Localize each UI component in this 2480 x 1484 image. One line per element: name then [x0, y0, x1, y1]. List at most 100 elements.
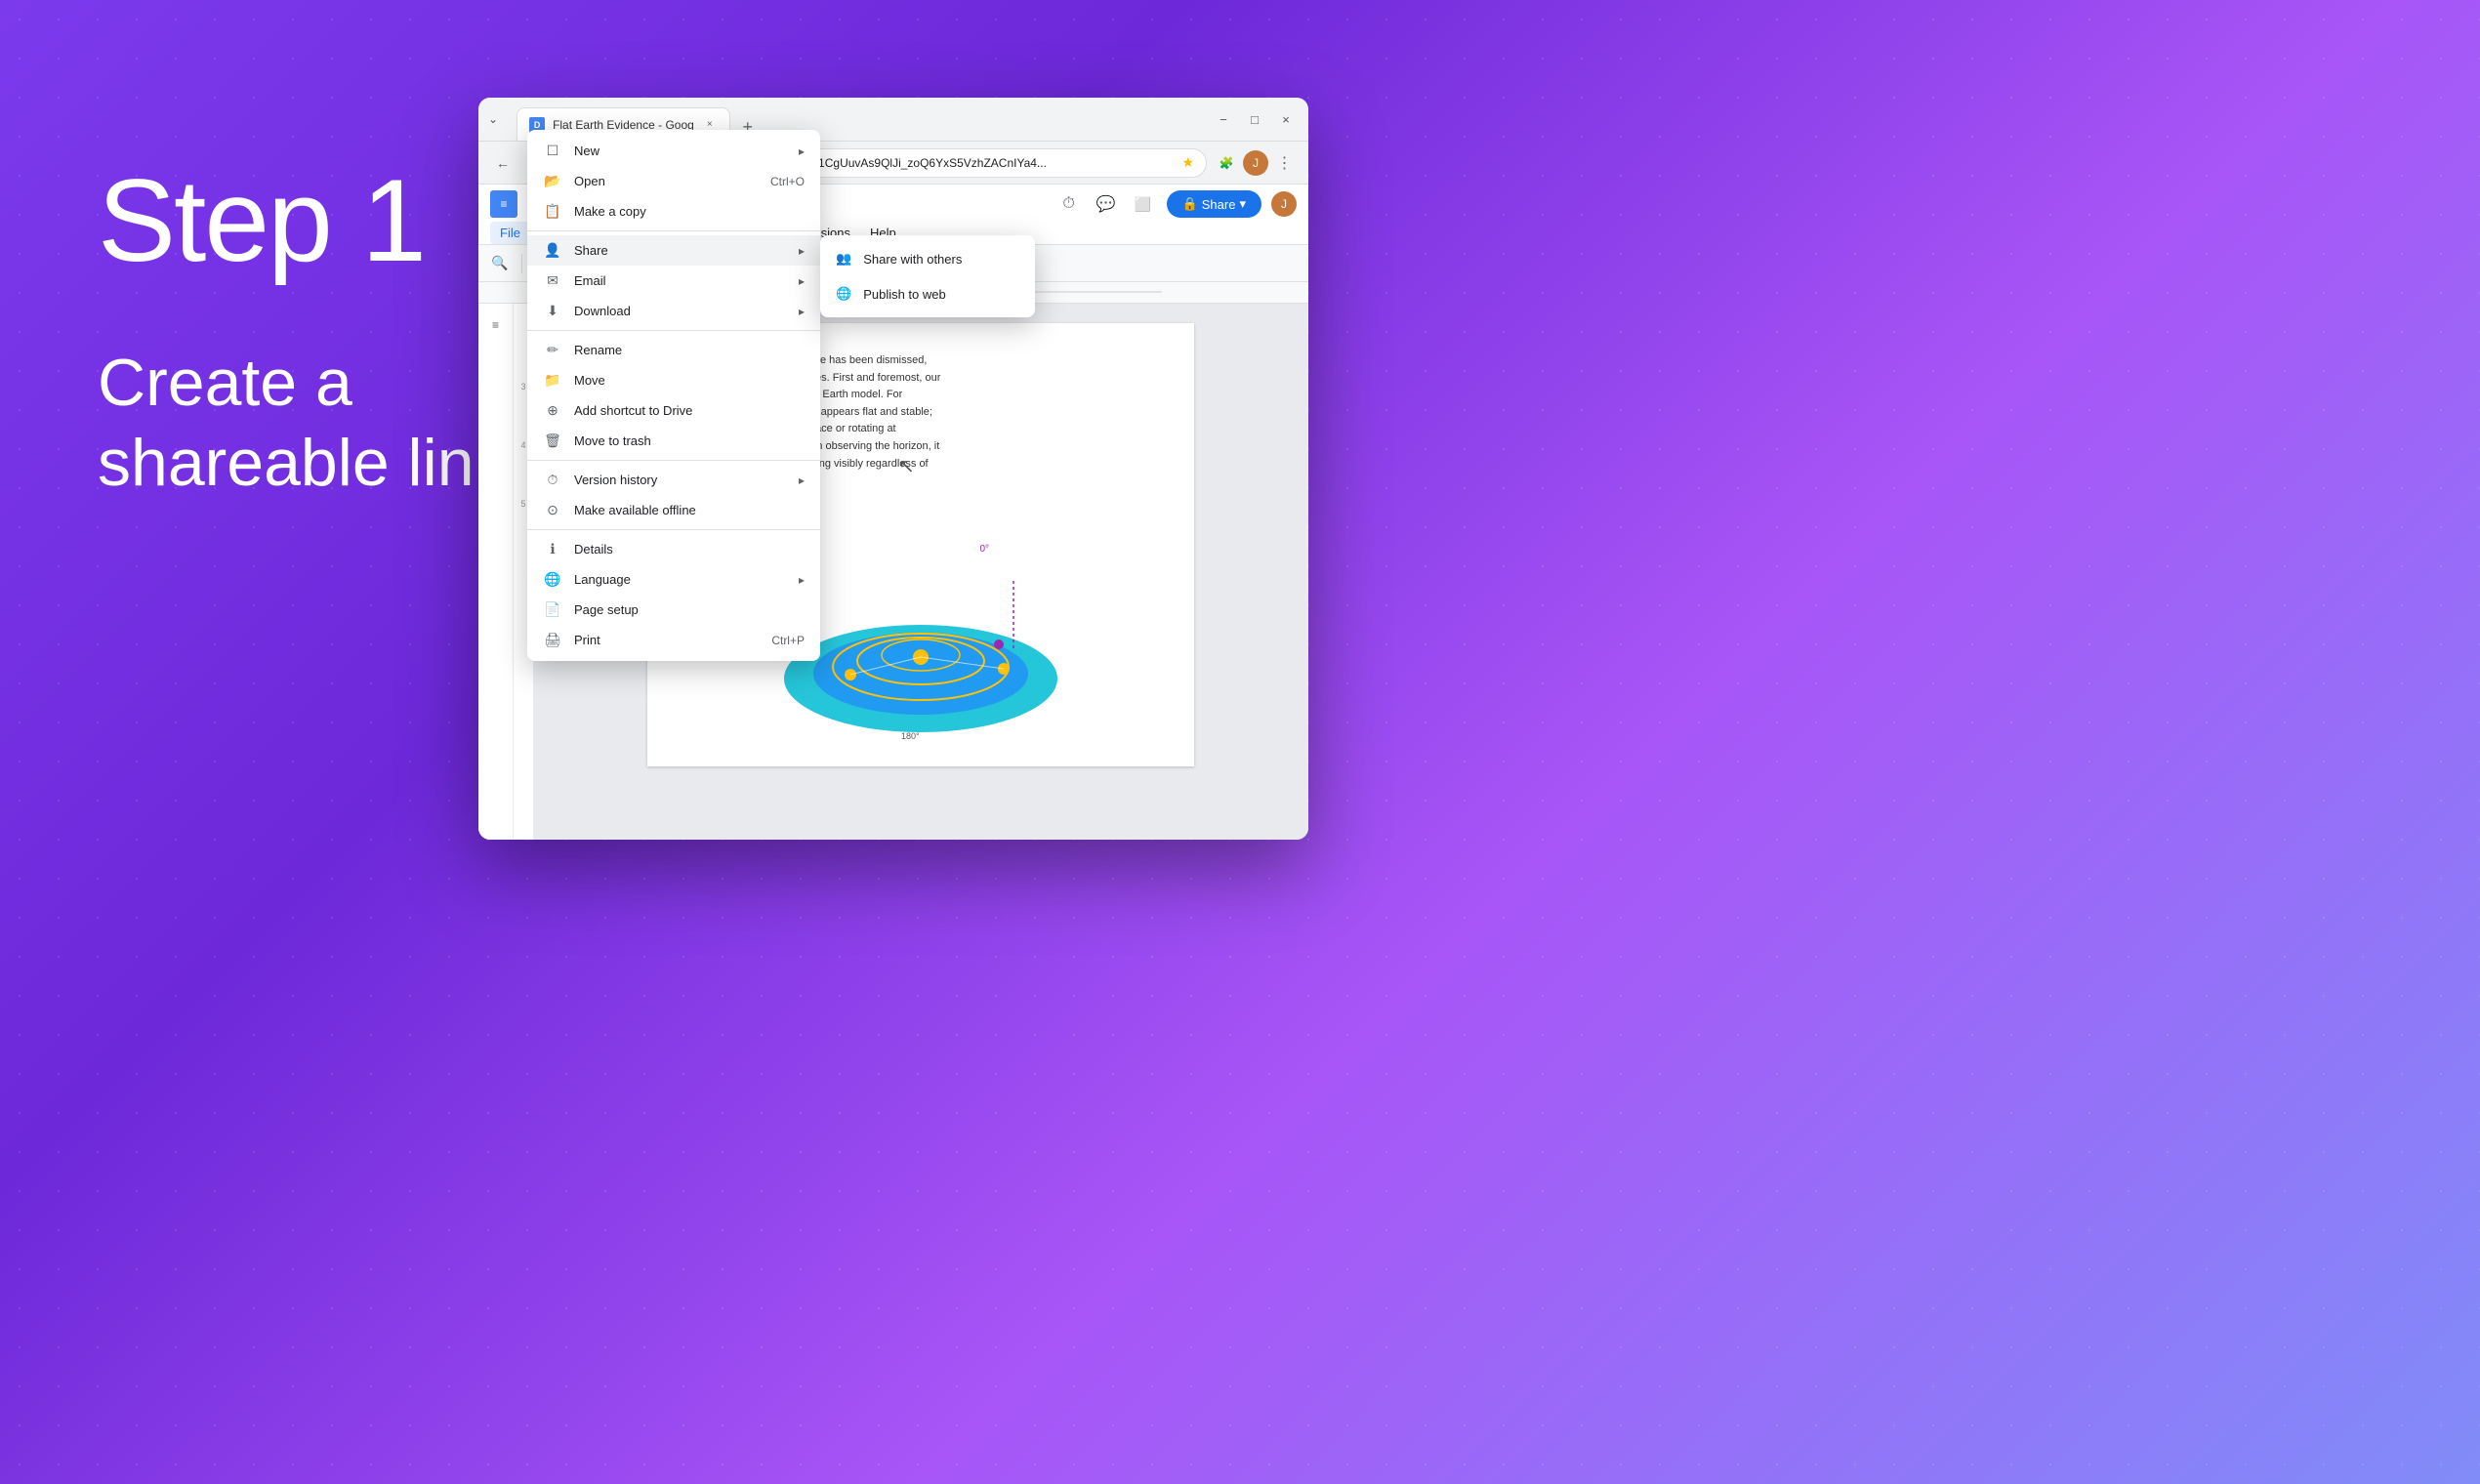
page-setup-label: Page setup [574, 602, 805, 617]
page-setup-icon: 📄 [543, 601, 562, 618]
new-icon: ☐ [543, 143, 562, 159]
back-btn[interactable]: ← [488, 148, 517, 178]
menu-file[interactable]: File [490, 222, 530, 244]
open-icon: 📂 [543, 173, 562, 189]
win-close-btn[interactable]: × [1271, 104, 1301, 134]
language-icon: 🌐 [543, 571, 562, 588]
extensions-icon[interactable]: 🧩 [1213, 149, 1240, 177]
publish-to-web-label: Publish to web [863, 287, 946, 302]
window-controls: ⌄ [478, 112, 512, 126]
menu-divider-4 [527, 529, 820, 530]
bookmark-icon[interactable]: ★ [1181, 154, 1194, 171]
step-subtitle: Create a shareable link [98, 344, 508, 503]
version-history-icon: ⏱ [543, 472, 562, 488]
menu-item-details[interactable]: ℹ Details [527, 534, 820, 564]
menu-divider-2 [527, 330, 820, 331]
open-shortcut: Ctrl+O [770, 175, 805, 188]
offline-label: Make available offline [574, 503, 805, 517]
chat-icon[interactable]: 💬 [1093, 190, 1120, 218]
share-chevron-icon: ▾ [1239, 196, 1246, 212]
new-arrow-icon: ▸ [799, 144, 805, 158]
move-label: Move [574, 373, 805, 388]
svg-text:180°: 180° [901, 731, 920, 741]
menu-item-new[interactable]: ☐ New ▸ [527, 136, 820, 166]
open-label: Open [574, 174, 759, 188]
left-panel: Step 1 Create a shareable link [98, 156, 508, 503]
share-with-others-item[interactable]: 👥 Share with others [820, 241, 1035, 276]
menu-item-language[interactable]: 🌐 Language ▸ [527, 564, 820, 595]
toolbar-sep-1 [521, 254, 522, 273]
menu-item-print[interactable]: 🖨 Print Ctrl+P [527, 625, 820, 655]
menu-item-page-setup[interactable]: 📄 Page setup [527, 595, 820, 625]
share-arrow-icon: ▸ [799, 244, 805, 258]
history-icon[interactable]: ⏱ [1055, 190, 1083, 218]
move-icon: 📁 [543, 372, 562, 389]
meet-icon[interactable]: ⬜ [1130, 190, 1157, 218]
menu-item-email[interactable]: ✉ Email ▸ [527, 266, 820, 296]
menu-item-download[interactable]: ⬇ Download ▸ [527, 296, 820, 326]
email-label: Email [574, 273, 787, 288]
version-history-arrow-icon: ▸ [799, 474, 805, 487]
menu-item-move[interactable]: 📁 Move [527, 365, 820, 395]
menu-item-open[interactable]: 📂 Open Ctrl+O [527, 166, 820, 196]
file-menu-panel: ☐ New ▸ 📂 Open Ctrl+O 📋 Make a copy 👤 Sh… [527, 130, 820, 661]
trash-label: Move to trash [574, 433, 805, 448]
sidebar-lines-icon[interactable]: ≡ [482, 311, 510, 339]
tab-switcher-btn[interactable]: ⌄ [488, 112, 498, 126]
menu-item-make-copy[interactable]: 📋 Make a copy [527, 196, 820, 227]
win-minimize-btn[interactable]: − [1209, 104, 1238, 134]
language-arrow-icon: ▸ [799, 573, 805, 587]
step-title: Step 1 [98, 156, 508, 285]
details-label: Details [574, 542, 805, 556]
doc-sidebar-left: ≡ [478, 304, 514, 840]
share-with-others-icon: 👥 [836, 251, 851, 267]
user-avatar[interactable]: J [1271, 191, 1297, 217]
download-icon: ⬇ [543, 303, 562, 319]
share-people-icon: 👤 [543, 242, 562, 259]
menu-item-offline[interactable]: ⊙ Make available offline [527, 495, 820, 525]
share-with-others-label: Share with others [863, 252, 962, 267]
print-shortcut: Ctrl+P [771, 634, 805, 647]
copy-label: Make a copy [574, 204, 805, 219]
email-icon: ✉ [543, 272, 562, 289]
print-label: Print [574, 633, 760, 647]
print-icon: 🖨 [543, 632, 562, 648]
menu-divider-1 [527, 230, 820, 231]
rename-label: Rename [574, 343, 805, 357]
profile-icon[interactable]: J [1242, 149, 1269, 177]
menu-item-rename[interactable]: ✏ Rename [527, 335, 820, 365]
share-submenu: 👥 Share with others 🌐 Publish to web [820, 235, 1035, 317]
win-maximize-btn[interactable]: □ [1240, 104, 1269, 134]
download-label: Download [574, 304, 787, 318]
share-lock-icon: 🔒 [1182, 196, 1198, 212]
details-icon: ℹ [543, 541, 562, 557]
menu-dots-btn[interactable]: ⋮ [1271, 149, 1299, 177]
trash-icon: 🗑 [543, 433, 562, 449]
search-toolbar-btn[interactable]: 🔍 [486, 250, 514, 277]
win-controls-group: − □ × [1209, 104, 1308, 134]
rename-icon: ✏ [543, 342, 562, 358]
copy-icon: 📋 [543, 203, 562, 220]
email-arrow-icon: ▸ [799, 274, 805, 288]
share-label: Share [574, 243, 787, 258]
add-shortcut-label: Add shortcut to Drive [574, 403, 805, 418]
profile-avatar[interactable]: J [1243, 150, 1268, 176]
version-history-label: Version history [574, 473, 787, 487]
nav-icons-right: 🧩 J ⋮ [1213, 149, 1299, 177]
menu-item-share[interactable]: 👤 Share ▸ 👥 Share with others 🌐 Publish … [527, 235, 820, 266]
publish-to-web-item[interactable]: 🌐 Publish to web [820, 276, 1035, 311]
offline-icon: ⊙ [543, 502, 562, 518]
new-label: New [574, 144, 787, 158]
add-shortcut-icon: ⊕ [543, 402, 562, 419]
degree-label: 0° [979, 542, 989, 557]
docs-right-actions: ⏱ 💬 ⬜ 🔒 Share ▾ J [1055, 190, 1297, 218]
download-arrow-icon: ▸ [799, 305, 805, 318]
docs-app-icon: ≡ [490, 190, 517, 218]
publish-to-web-icon: 🌐 [836, 286, 851, 302]
share-button[interactable]: 🔒 Share ▾ [1167, 190, 1261, 218]
menu-item-add-shortcut[interactable]: ⊕ Add shortcut to Drive [527, 395, 820, 426]
menu-item-version-history[interactable]: ⏱ Version history ▸ [527, 465, 820, 495]
language-label: Language [574, 572, 787, 587]
menu-item-trash[interactable]: 🗑 Move to trash [527, 426, 820, 456]
menu-divider-3 [527, 460, 820, 461]
